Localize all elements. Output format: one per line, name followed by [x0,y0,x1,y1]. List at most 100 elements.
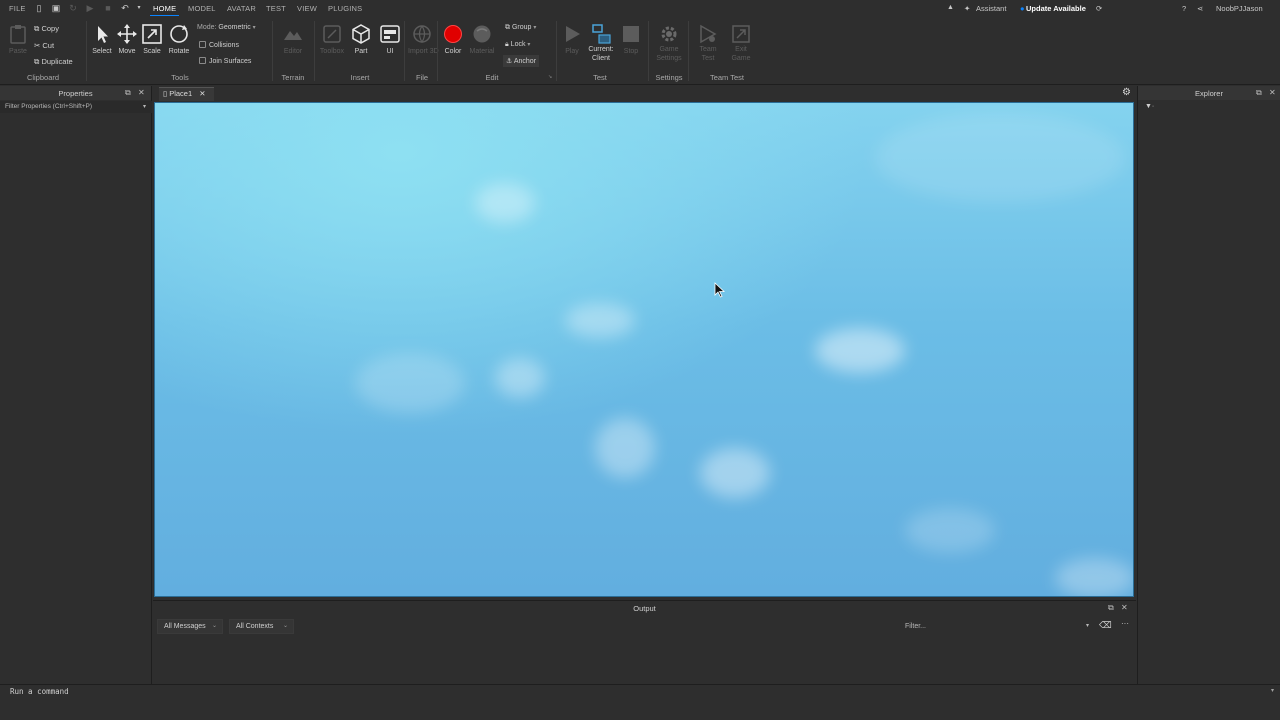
tab-model[interactable]: MODEL [188,4,216,13]
ribbon-divider [86,21,87,81]
team-test-button[interactable]: Team Test [694,23,722,63]
more-options-icon[interactable]: ··· [1121,619,1129,628]
assistant-icon: ✦ [964,4,971,13]
paste-icon [10,25,26,44]
move-tool-button[interactable]: Move [113,23,141,55]
team-test-line1: Team [699,46,717,53]
clear-output-icon[interactable]: ⌫ [1099,620,1112,631]
join-surfaces-toggle[interactable]: Join Surfaces [199,57,251,65]
filter-icon[interactable]: ▼· [1145,103,1154,110]
filter-properties-input[interactable]: Filter Properties (Ctrl+Shift+P) ▾ [0,101,152,113]
tab-test[interactable]: TEST [266,4,286,13]
tab-plugins[interactable]: PLUGINS [328,4,362,13]
close-icon[interactable]: ✕ [1269,88,1276,97]
output-filter-input[interactable]: Filter... ▾ [905,619,1091,634]
anchor-label: Anchor [513,58,537,65]
all-contexts-label: All Contexts [236,623,274,630]
gear-icon[interactable]: ⚙ [1122,87,1131,98]
undock-icon[interactable]: ⧉ [1256,88,1262,98]
part-button[interactable]: Part [347,23,375,55]
scale-icon [142,24,162,44]
close-icon[interactable]: ✕ [1121,603,1128,612]
toolbox-button[interactable]: Toolbox [318,23,346,55]
copy-button[interactable]: ⧉ Copy [34,24,59,34]
rotate-tool-button[interactable]: Rotate [165,23,193,55]
terrain-editor-button[interactable]: Editor [279,23,307,55]
anchor-button[interactable]: ⚓︎ Anchor [503,55,540,67]
filter-dropdown-icon[interactable]: ▾ [1086,619,1089,634]
assistant-button[interactable]: Assistant [976,4,1006,13]
lock-button[interactable]: 🔒︎ Lock ▾ [505,41,530,49]
collapse-ribbon-icon[interactable]: ▲ [947,4,954,11]
undock-icon[interactable]: ⧉ [1108,603,1114,613]
scale-tool-button[interactable]: Scale [138,23,166,55]
3d-viewport[interactable] [154,102,1134,597]
copy-label: Copy [41,24,59,33]
command-bar[interactable]: Run a command ▾ [0,684,1280,698]
current-client-button[interactable]: Current: Client [586,23,616,63]
undock-icon[interactable]: ⧉ [125,88,131,98]
material-icon [473,25,491,43]
output-filter-placeholder: Filter... [905,623,927,630]
close-icon[interactable]: ✕ [138,88,145,97]
close-tab-icon[interactable]: ✕ [199,89,205,98]
group-button[interactable]: ⧉ Group ▾ [505,24,536,32]
play-icon[interactable]: ▶ [85,3,95,13]
edit-expand-icon[interactable]: ↘ [548,74,552,80]
command-input[interactable]: Run a command [10,687,69,696]
toolbox-icon [323,25,341,43]
mouse-cursor-icon [714,282,726,298]
rotate-label: Rotate [168,48,190,55]
redo-icon[interactable]: ↻ [68,3,78,13]
group-dropdown-icon: ▾ [533,25,537,31]
duplicate-button[interactable]: ⧉ Duplicate [34,57,73,67]
edit-group-label: Edit [485,73,499,82]
tab-avatar[interactable]: AVATAR [227,4,256,13]
filter-dropdown-icon[interactable]: ▾ [143,101,146,113]
properties-panel: Properties ⧉ ✕ Filter Properties (Ctrl+S… [0,86,152,684]
undo-dropdown-icon[interactable]: ▾ [134,3,144,13]
move-label: Move [118,48,136,55]
undo-icon[interactable]: ↶ [120,3,130,13]
tab-place1[interactable]: ▯ Place1 ✕ [159,87,214,101]
exit-game-button[interactable]: Exit Game [727,23,755,63]
scale-label: Scale [143,48,161,55]
all-messages-dropdown[interactable]: All Messages ⌄ [157,619,223,634]
tab-view[interactable]: VIEW [297,4,317,13]
save-icon[interactable]: ▣ [51,3,61,13]
ribbon-divider [648,21,649,81]
material-button[interactable]: Material [468,23,496,55]
file-menu[interactable]: FILE [9,4,26,13]
color-button[interactable]: Color [439,23,467,55]
sync-icon[interactable]: ⟳ [1096,4,1102,13]
collisions-checkbox[interactable] [199,41,206,48]
paste-button[interactable]: Paste [4,23,32,55]
cloud [875,113,1125,203]
mode-select[interactable]: Mode: Geometric ▾ [197,24,256,31]
stop-button[interactable]: Stop [617,23,645,55]
game-settings-button[interactable]: Game Settings [655,23,683,63]
cut-button[interactable]: ✂ Cut [34,41,54,50]
terrain-icon [284,31,302,40]
update-available-button[interactable]: Update Available [1026,4,1086,13]
import-3d-button[interactable]: Import 3D [408,23,439,55]
game-settings-line2: Settings [656,55,682,62]
share-icon[interactable]: ⋖ [1197,4,1203,13]
username-label[interactable]: NoobPJJason [1216,4,1263,13]
tab-home[interactable]: HOME [149,4,180,16]
collisions-label: Collisions [209,42,239,49]
select-tool-button[interactable]: Select [88,23,116,55]
all-contexts-dropdown[interactable]: All Contexts ⌄ [229,619,294,634]
group-label: Group [511,24,532,31]
toolbox-label: Toolbox [319,48,345,55]
play-button[interactable]: Play [558,23,586,55]
help-icon[interactable]: ? [1182,4,1186,13]
collisions-toggle[interactable]: Collisions [199,41,239,49]
command-dropdown-icon[interactable]: ▾ [1271,687,1274,694]
stop-icon[interactable]: ■ [103,3,113,13]
update-dot-icon: ● [1020,4,1025,13]
join-surfaces-checkbox[interactable] [199,57,206,64]
all-messages-label: All Messages [164,623,206,630]
new-file-icon[interactable]: ▯ [34,3,44,13]
ui-button[interactable]: UI [376,23,404,55]
